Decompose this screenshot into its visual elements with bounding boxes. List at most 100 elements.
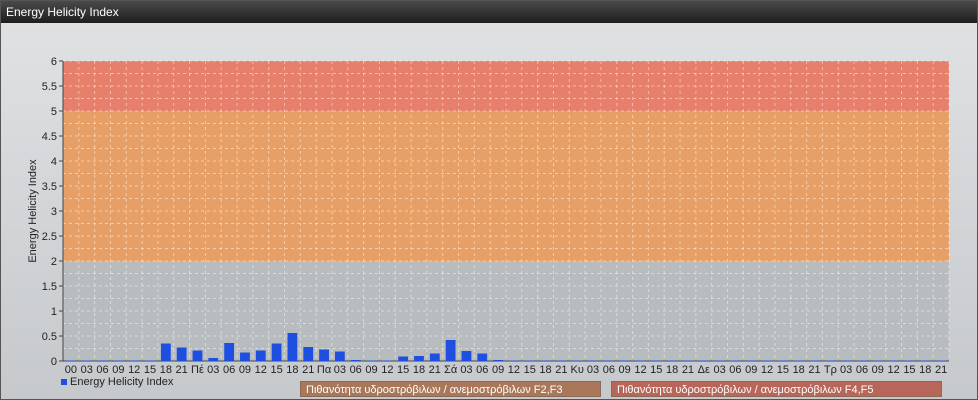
bar: [872, 360, 883, 361]
x-tick-label: 12: [508, 364, 520, 376]
bar: [524, 360, 535, 361]
bar: [145, 360, 155, 361]
bar: [271, 343, 282, 361]
x-tick-label: 12: [888, 364, 900, 376]
x-tick-label: 09: [745, 364, 757, 376]
bar: [382, 360, 393, 361]
bar: [66, 360, 76, 361]
bar: [287, 333, 298, 361]
ehi-chart: 0 0.5 1 1.5 2 2.5 3 3.5 4 4.5 5 5.5 6 Energy Helicity…: [27, 56, 950, 376]
y-tick-label: 5: [51, 106, 57, 118]
x-tick-label: 03: [840, 364, 852, 376]
bar: [825, 360, 836, 361]
x-tick-label: 06: [223, 364, 235, 376]
x-tick-label: 03: [207, 364, 219, 376]
title-bar: Energy Helicity Index: [1, 1, 977, 23]
x-tick-label: 21: [682, 364, 694, 376]
x-tick-label: 18: [539, 364, 551, 376]
x-tick-label: Σά: [444, 364, 458, 376]
y-tick-label: 2.5: [42, 231, 57, 243]
x-tick-label: 09: [492, 364, 504, 376]
bar: [461, 351, 472, 361]
series-legend: Energy Helicity Index: [61, 376, 173, 388]
bar: [398, 356, 409, 361]
bar: [366, 360, 377, 361]
x-tick-label: 09: [619, 364, 631, 376]
bar: [97, 360, 108, 361]
x-tick-label: 18: [919, 364, 931, 376]
bar: [240, 352, 250, 361]
bar: [603, 360, 614, 361]
x-tick-label: 15: [144, 364, 156, 376]
x-tick-label: 18: [286, 364, 298, 376]
x-tick-label: Πα: [317, 364, 332, 376]
bar: [303, 347, 314, 361]
bar: [651, 360, 662, 361]
x-tick-label: Δε: [698, 364, 710, 376]
bar: [793, 360, 804, 361]
bar: [730, 360, 741, 361]
x-tick-label: 03: [713, 364, 725, 376]
x-tick-label: 15: [903, 364, 915, 376]
x-tick-label: 12: [761, 364, 773, 376]
bar: [192, 350, 203, 361]
x-tick-label: 03: [587, 364, 599, 376]
bar: [762, 360, 772, 361]
x-tick-label: 12: [128, 364, 140, 376]
bar: [129, 360, 140, 361]
series-legend-swatch: [61, 379, 67, 385]
band-legend-f4f5: Πιθανότητα υδροστρόβιλων / ανεμοστρόβιλω…: [611, 381, 942, 397]
bar: [556, 360, 567, 361]
x-tick-label: 15: [397, 364, 409, 376]
y-tick-label: 5.5: [42, 81, 57, 93]
bar: [445, 340, 456, 361]
x-tick-label: 18: [793, 364, 805, 376]
y-tick-label: 0.5: [42, 331, 57, 343]
bar: [698, 360, 709, 361]
x-tick-label: 15: [777, 364, 789, 376]
x-tick-label: 21: [808, 364, 820, 376]
bar: [540, 360, 551, 361]
bar: [683, 360, 693, 361]
window-title: Energy Helicity Index: [6, 5, 119, 19]
x-tick-label: 09: [239, 364, 251, 376]
bar: [667, 360, 678, 361]
bar: [414, 356, 424, 361]
x-tick-label: 21: [429, 364, 441, 376]
x-tick-label: 21: [302, 364, 314, 376]
bar: [81, 360, 92, 361]
x-tick-label: 09: [872, 364, 884, 376]
x-tick-label: 12: [381, 364, 393, 376]
bar: [809, 360, 820, 361]
x-tick-label: 18: [666, 364, 678, 376]
x-tick-label: 03: [334, 364, 346, 376]
bar: [350, 360, 361, 361]
bar: [477, 353, 488, 361]
x-tick-label: 09: [365, 364, 377, 376]
y-axis-label: Energy Helicity Index: [27, 159, 39, 263]
bar: [857, 360, 867, 361]
x-tick-label: 21: [555, 364, 567, 376]
x-tick-label: 15: [650, 364, 662, 376]
x-tick-label: 21: [935, 364, 947, 376]
x-tick-label: 06: [729, 364, 741, 376]
bar: [619, 360, 630, 361]
bar: [160, 343, 171, 361]
bar: [777, 360, 788, 361]
chart-area: 0 0.5 1 1.5 2 2.5 3 3.5 4 4.5 5 5.5 6 Energy Helicity…: [1, 23, 977, 399]
x-tick-label: Κυ: [571, 364, 584, 376]
bar: [176, 347, 187, 361]
x-tick-label: 15: [270, 364, 282, 376]
series-legend-label: Energy Helicity Index: [70, 376, 174, 388]
bar: [888, 360, 899, 361]
bar: [493, 360, 503, 361]
y-tick-label: 3: [51, 206, 57, 218]
bar: [904, 360, 915, 361]
y-tick-label: 4.5: [42, 131, 57, 143]
y-tick-label: 4: [51, 156, 57, 168]
x-tick-label: 06: [603, 364, 615, 376]
bar: [255, 350, 266, 361]
bar: [936, 360, 946, 361]
x-tick-label: 18: [413, 364, 425, 376]
x-tick-label: 12: [255, 364, 267, 376]
